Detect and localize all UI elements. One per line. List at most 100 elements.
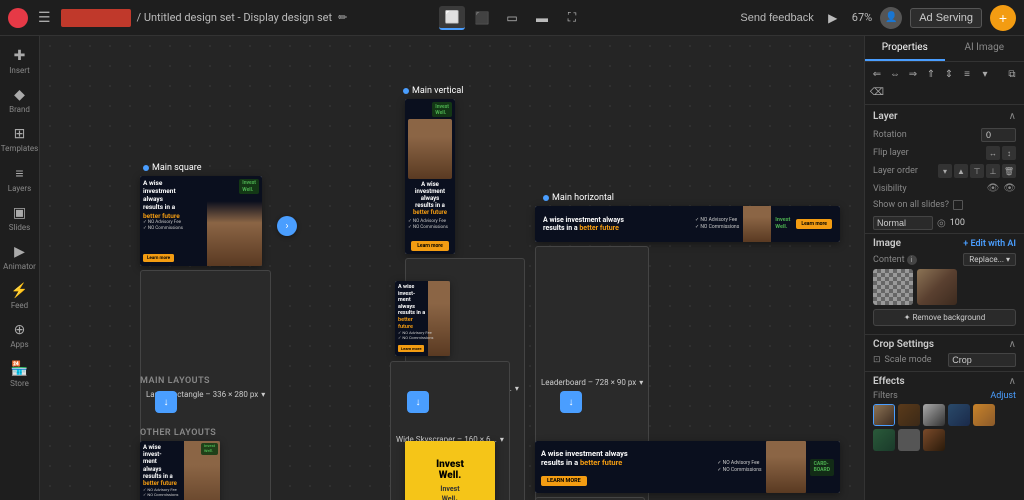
checkerboard-preview (873, 269, 913, 305)
more-align-btn[interactable]: ▾ (977, 66, 993, 82)
sidebar-item-brand[interactable]: ◆ Brand (2, 83, 38, 118)
show-all-checkbox[interactable] (953, 200, 963, 210)
order-delete-icon[interactable]: 🗑 (1002, 164, 1016, 178)
content-row: Content i Replace... ▾ (873, 253, 1016, 266)
eye-icon[interactable]: 👁 (987, 183, 1000, 194)
order-front-icon[interactable]: ⊤ (970, 164, 984, 178)
mobile-format-btn[interactable]: ▭ (499, 6, 525, 30)
crop-collapse[interactable]: ∧ (1009, 339, 1016, 350)
content-info-icon[interactable]: i (907, 255, 917, 265)
desktop-format-btn[interactable]: ⬜ (439, 6, 465, 30)
publish-button[interactable]: + (990, 5, 1016, 31)
remove-bg-button[interactable]: ✦ Remove background (873, 309, 1016, 326)
ad-serving-button[interactable]: Ad Serving (910, 8, 982, 28)
sidebar-item-store[interactable]: 🏪 Store (2, 357, 38, 392)
filter-plain[interactable] (898, 429, 920, 451)
align-left-btn[interactable]: ⇐ (869, 66, 885, 82)
align-middle-btn[interactable]: ⇕ (941, 66, 957, 82)
main-vertical-unit[interactable]: InvestWell. A wiseinvestmentalwaysresult… (405, 99, 455, 254)
filter-bw[interactable] (923, 404, 945, 426)
filter-blue[interactable] (948, 404, 970, 426)
user-avatar[interactable]: 👤 (880, 7, 902, 29)
crop-section: Crop Settings ∧ ⊡ Scale mode Crop Fit Fi… (865, 334, 1024, 371)
effects-section: Effects ∧ Filters Adjust (865, 371, 1024, 455)
copy-style-btn[interactable]: ⧉ (1004, 66, 1020, 82)
layer-order-label: Layer order (873, 166, 934, 176)
layer-order-controls: ▾ ▲ ⊤ ⊥ 🗑 (938, 164, 1016, 178)
layer-collapse[interactable]: ∧ (1009, 111, 1016, 122)
download-main-3[interactable]: ↓ (560, 391, 582, 413)
app-logo[interactable] (8, 8, 28, 28)
adjust-button[interactable]: Adjust (990, 391, 1016, 401)
download-main-1[interactable]: ↓ (155, 391, 177, 413)
order-up-icon[interactable]: ▲ (954, 164, 968, 178)
opacity-icon: ◎ (937, 218, 946, 229)
sidebar-item-layers[interactable]: ≡ Layers (2, 161, 38, 197)
other-layout-1[interactable]: A wiseinvest-mentalwaysresults in abette… (140, 441, 220, 500)
brand-icon: ◆ (14, 87, 25, 103)
edit-icon[interactable]: ✏ (338, 11, 347, 24)
blend-mode-select[interactable]: Normal Multiply Screen Overlay (873, 216, 933, 230)
align-center-btn[interactable]: ⇔ (887, 66, 903, 82)
image-thumb-2[interactable] (917, 269, 957, 305)
filter-tinted[interactable] (898, 404, 920, 426)
zoom-level: 67% (852, 11, 872, 24)
show-all-row: Show on all slides? (865, 197, 1024, 213)
layer-title: Layer (873, 111, 898, 122)
visibility-toggle[interactable]: 👁 (1003, 183, 1016, 194)
main-vertical-label: Main vertical (403, 86, 463, 96)
properties-tab[interactable]: Properties (865, 36, 945, 61)
sidebar-item-templates[interactable]: ⊞ Templates (2, 122, 38, 157)
layer-order-row: Layer order ▾ ▲ ⊤ ⊥ 🗑 (865, 162, 1024, 180)
image-section-title: Image + Edit with AI (873, 238, 1016, 249)
other-layouts-label: OTHER LAYOUTS (140, 428, 216, 438)
flip-h-icon[interactable]: ↔ (986, 146, 1000, 160)
align-top-btn[interactable]: ⇑ (923, 66, 939, 82)
banner-format-btn[interactable]: ▬ (529, 6, 555, 30)
top-bar: ☰ / Untitled design set - Display design… (0, 0, 1024, 36)
sidebar-item-feed[interactable]: ⚡ Feed (2, 279, 38, 314)
image-thumb-1[interactable] (873, 269, 913, 305)
filter-green[interactable] (873, 429, 895, 451)
visibility-row: Visibility 👁 👁 (865, 180, 1024, 197)
sidebar-item-insert[interactable]: ✚ Insert (2, 44, 38, 79)
top-bar-left: ☰ / Untitled design set - Display design… (8, 8, 433, 28)
play-button[interactable]: ▶ (822, 7, 844, 29)
order-back-icon[interactable]: ⊥ (986, 164, 1000, 178)
scale-select[interactable]: Crop Fit Fill (948, 353, 1016, 367)
distribute-btn[interactable]: ≡ (959, 66, 975, 82)
image-preview-row (873, 269, 1016, 305)
other-layout-2[interactable]: InvestWell. InvestWell. (405, 441, 495, 500)
sidebar-item-slides[interactable]: ▣ Slides (2, 201, 38, 236)
replace-button[interactable]: Replace... ▾ (963, 253, 1016, 266)
main-square-unit[interactable]: InvestWell. A wiseinvestmentalwaysresult… (140, 176, 262, 266)
sidebar-item-apps[interactable]: ⊕ Apps (2, 318, 38, 353)
flip-label: Flip layer (873, 148, 982, 158)
canvas-area: Main square InvestWell. A wiseinvestment… (40, 36, 864, 500)
filter-warm[interactable] (973, 404, 995, 426)
next-arrow[interactable]: › (277, 216, 297, 236)
ai-image-tab[interactable]: AI Image (945, 36, 1024, 61)
tablet-format-btn[interactable]: ⬛ (469, 6, 495, 30)
align-right-btn[interactable]: ⇒ (905, 66, 921, 82)
sidebar-item-animator[interactable]: ▶ Animator (2, 240, 38, 275)
main-horizontal-unit[interactable]: A wise investment alwaysresults in a bet… (535, 206, 840, 242)
flip-v-icon[interactable]: ↕ (1002, 146, 1016, 160)
effects-collapse[interactable]: ∧ (1009, 376, 1016, 387)
order-down-icon[interactable]: ▾ (938, 164, 952, 178)
filter-extra[interactable] (923, 429, 945, 451)
file-name: / Untitled design set - Display design s… (137, 11, 333, 24)
menu-icon[interactable]: ☰ (34, 8, 55, 28)
filter-original[interactable] (873, 404, 895, 426)
effects-header: Effects ∧ (873, 376, 1016, 387)
expand-format-btn[interactable]: ⛶ (559, 6, 585, 30)
send-feedback-button[interactable]: Send feedback (740, 12, 813, 24)
rotation-input[interactable] (981, 128, 1016, 142)
paste-style-btn[interactable]: ⌫ (869, 84, 885, 100)
feed-icon: ⚡ (11, 283, 28, 299)
download-main-2[interactable]: ↓ (407, 391, 429, 413)
other-layout-panorama[interactable]: A wise investment alwaysresults in a bet… (535, 441, 840, 493)
edit-with-ai-btn[interactable]: + Edit with AI (963, 239, 1016, 249)
format-buttons: ⬜ ⬛ ▭ ▬ ⛶ (439, 6, 585, 30)
wide-skyscraper-unit[interactable]: A wiseinvest-mentalwaysresults in abette… (395, 281, 450, 356)
